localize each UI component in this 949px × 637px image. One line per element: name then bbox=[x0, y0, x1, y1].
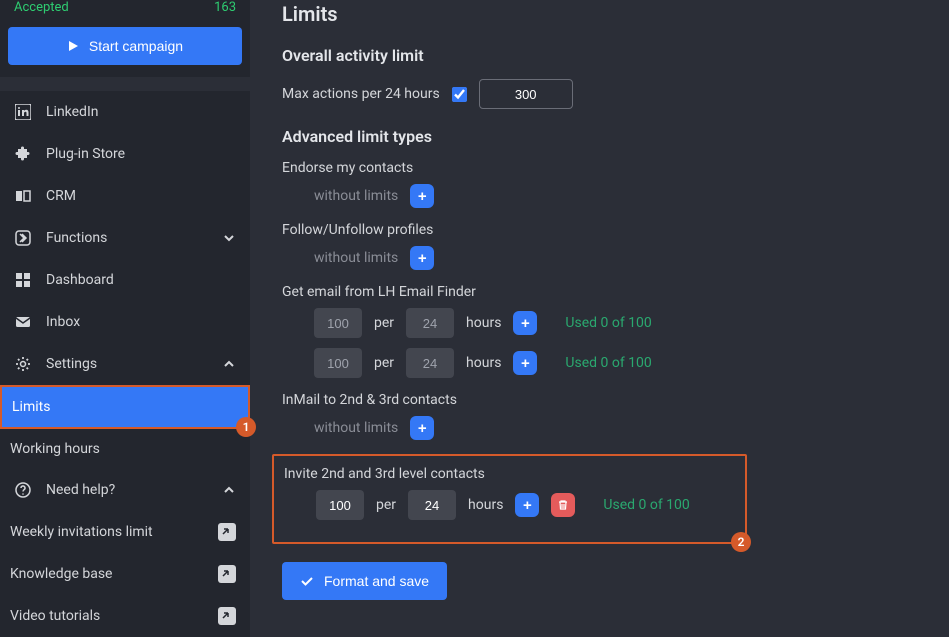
chevron-up-icon bbox=[222, 483, 236, 497]
start-campaign-button[interactable]: Start campaign bbox=[8, 27, 242, 65]
external-link-icon bbox=[218, 565, 236, 583]
sidebar: Accepted 163 Start campaign LinkedIn Plu… bbox=[0, 0, 250, 637]
add-limit-button[interactable]: + bbox=[410, 246, 434, 270]
limit-label: InMail to 2nd & 3rd contacts bbox=[282, 392, 949, 408]
without-limits-text: without limits bbox=[314, 420, 398, 436]
chevron-down-icon bbox=[222, 231, 236, 245]
max-actions-toggle[interactable] bbox=[452, 87, 467, 102]
used-text: Used 0 of 100 bbox=[603, 497, 689, 513]
mail-icon bbox=[14, 313, 32, 331]
add-limit-button[interactable]: + bbox=[515, 493, 539, 517]
puzzle-icon bbox=[14, 145, 32, 163]
hours-label: hours bbox=[468, 497, 503, 513]
functions-icon bbox=[14, 229, 32, 247]
sidebar-sub-label: Limits bbox=[12, 399, 50, 415]
limit-group-inmail: InMail to 2nd & 3rd contacts without lim… bbox=[282, 392, 949, 440]
sidebar-sub-video-tutorials[interactable]: Video tutorials bbox=[0, 595, 250, 637]
sidebar-sub-weekly-invitations[interactable]: Weekly invitations limit bbox=[0, 511, 250, 553]
per-label: per bbox=[374, 355, 394, 371]
limit-group-get-email: Get email from LH Email Finder per hours… bbox=[282, 284, 949, 378]
dashboard-icon bbox=[14, 271, 32, 289]
limit-label: Follow/Unfollow profiles bbox=[282, 222, 949, 238]
limit-count-input[interactable] bbox=[316, 490, 364, 520]
sidebar-sub-limits[interactable]: Limits bbox=[0, 385, 250, 429]
without-limits-text: without limits bbox=[314, 250, 398, 266]
add-limit-button[interactable]: + bbox=[410, 416, 434, 440]
limit-group-follow: Follow/Unfollow profiles without limits … bbox=[282, 222, 949, 270]
sidebar-item-need-help[interactable]: Need help? bbox=[0, 469, 250, 511]
add-limit-button[interactable]: + bbox=[410, 184, 434, 208]
page-title: Limits bbox=[282, 2, 949, 26]
accepted-label: Accepted bbox=[14, 0, 69, 15]
help-icon bbox=[14, 481, 32, 499]
gear-icon bbox=[14, 355, 32, 373]
sidebar-sub-label: Weekly invitations limit bbox=[10, 524, 153, 540]
sidebar-item-linkedin[interactable]: LinkedIn bbox=[0, 91, 250, 133]
add-limit-button[interactable]: + bbox=[513, 351, 537, 375]
sidebar-item-settings[interactable]: Settings bbox=[0, 343, 250, 385]
max-actions-input[interactable] bbox=[479, 79, 573, 109]
sidebar-item-functions[interactable]: Functions bbox=[0, 217, 250, 259]
sidebar-item-plugin-store[interactable]: Plug-in Store bbox=[0, 133, 250, 175]
limit-hours-input bbox=[406, 348, 454, 378]
play-icon bbox=[67, 40, 79, 52]
sidebar-item-label: CRM bbox=[46, 188, 76, 204]
limit-group-invite: Invite 2nd and 3rd level contacts per ho… bbox=[272, 454, 747, 544]
start-campaign-label: Start campaign bbox=[89, 38, 183, 54]
advanced-heading: Advanced limit types bbox=[282, 127, 949, 146]
save-label: Format and save bbox=[324, 573, 429, 589]
sidebar-sub-label: Knowledge base bbox=[10, 566, 112, 582]
overall-heading: Overall activity limit bbox=[282, 46, 949, 65]
limit-hours-input[interactable] bbox=[408, 490, 456, 520]
add-limit-button[interactable]: + bbox=[513, 311, 537, 335]
external-link-icon bbox=[218, 607, 236, 625]
limit-group-endorse: Endorse my contacts without limits + bbox=[282, 160, 949, 208]
limit-count-input bbox=[314, 308, 362, 338]
used-text: Used 0 of 100 bbox=[565, 315, 651, 331]
delete-limit-button[interactable] bbox=[551, 493, 575, 517]
format-save-button[interactable]: Format and save bbox=[282, 562, 447, 600]
without-limits-text: without limits bbox=[314, 188, 398, 204]
hours-label: hours bbox=[466, 355, 501, 371]
sidebar-item-label: Inbox bbox=[46, 314, 80, 330]
limit-count-input bbox=[314, 348, 362, 378]
limit-hours-input bbox=[406, 308, 454, 338]
per-label: per bbox=[374, 315, 394, 331]
sidebar-item-label: Plug-in Store bbox=[46, 146, 125, 162]
used-text: Used 0 of 100 bbox=[565, 355, 651, 371]
sidebar-sub-label: Video tutorials bbox=[10, 608, 100, 624]
chevron-up-icon bbox=[222, 357, 236, 371]
sidebar-item-label: Need help? bbox=[46, 482, 115, 498]
sidebar-item-label: LinkedIn bbox=[46, 104, 99, 120]
limit-label: Endorse my contacts bbox=[282, 160, 949, 176]
accepted-stat: Accepted 163 bbox=[0, 0, 250, 21]
sidebar-item-label: Settings bbox=[46, 356, 97, 372]
external-link-icon bbox=[218, 523, 236, 541]
limit-label: Get email from LH Email Finder bbox=[282, 284, 949, 300]
crm-icon bbox=[14, 187, 32, 205]
hours-label: hours bbox=[466, 315, 501, 331]
main-content: Limits Overall activity limit Max action… bbox=[250, 0, 949, 637]
max-actions-label: Max actions per 24 hours bbox=[282, 86, 440, 102]
sidebar-item-label: Dashboard bbox=[46, 272, 114, 288]
limit-label: Invite 2nd and 3rd level contacts bbox=[274, 466, 733, 482]
sidebar-sub-label: Working hours bbox=[10, 441, 100, 457]
sidebar-sub-working-hours[interactable]: Working hours bbox=[0, 429, 250, 469]
per-label: per bbox=[376, 497, 396, 513]
accepted-count: 163 bbox=[214, 0, 236, 15]
check-icon bbox=[300, 574, 314, 588]
sidebar-item-dashboard[interactable]: Dashboard bbox=[0, 259, 250, 301]
sidebar-item-label: Functions bbox=[46, 230, 107, 246]
linkedin-icon bbox=[14, 103, 32, 121]
sidebar-item-inbox[interactable]: Inbox bbox=[0, 301, 250, 343]
sidebar-sub-knowledge-base[interactable]: Knowledge base bbox=[0, 553, 250, 595]
trash-icon bbox=[557, 499, 569, 511]
sidebar-item-crm[interactable]: CRM bbox=[0, 175, 250, 217]
